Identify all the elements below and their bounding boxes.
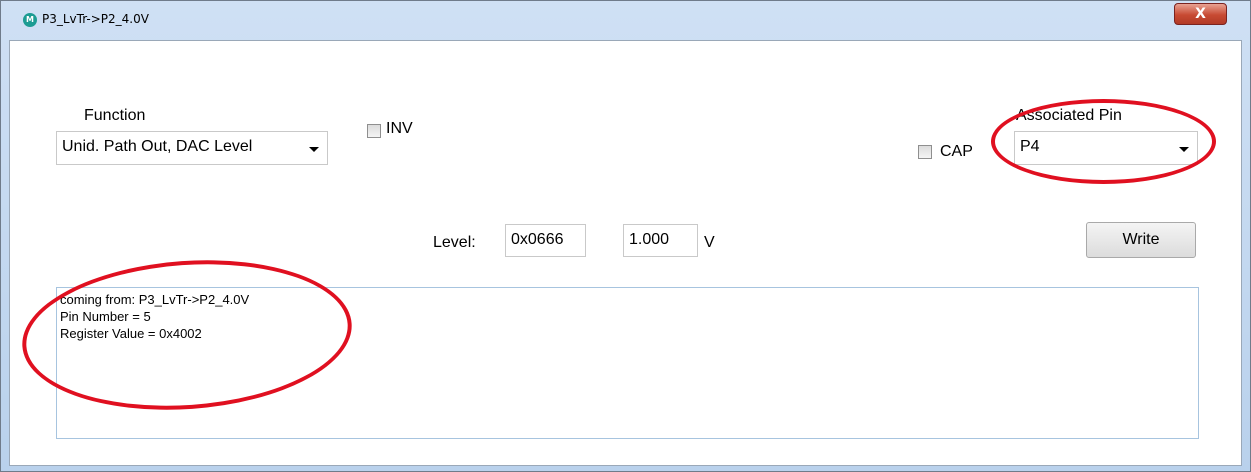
app-logo-icon: M — [23, 13, 37, 27]
close-icon: X — [1195, 6, 1206, 22]
client-area: Function Unid. Path Out, DAC Level INV C… — [9, 40, 1242, 466]
dialog-window: M P3_LvTr->P2_4.0V X Function Unid. Path… — [0, 0, 1251, 472]
inv-label: INV — [386, 120, 413, 137]
level-hex-value: 0x0666 — [511, 231, 564, 248]
associated-pin-dropdown[interactable]: P4 — [1014, 131, 1198, 165]
write-button[interactable]: Write — [1086, 222, 1196, 258]
close-button[interactable]: X — [1174, 3, 1227, 25]
level-unit-label: V — [704, 234, 715, 251]
function-label: Function — [84, 107, 146, 124]
title-bar[interactable]: M P3_LvTr->P2_4.0V X — [1, 1, 1250, 35]
window-title: P3_LvTr->P2_4.0V — [42, 12, 149, 26]
level-label: Level: — [433, 234, 476, 251]
log-line: coming from: P3_LvTr->P2_4.0V — [60, 292, 250, 307]
cap-checkbox[interactable] — [918, 145, 932, 159]
inv-checkbox[interactable] — [367, 124, 381, 138]
cap-label: CAP — [940, 143, 973, 160]
chevron-down-icon — [1179, 147, 1189, 152]
log-line: Register Value = 0x4002 — [60, 326, 202, 341]
function-selected-value: Unid. Path Out, DAC Level — [62, 138, 253, 155]
associated-pin-label: Associated Pin — [1016, 107, 1122, 124]
chevron-down-icon — [309, 147, 319, 152]
level-hex-input[interactable]: 0x0666 — [505, 224, 586, 257]
associated-pin-selected-value: P4 — [1020, 138, 1040, 155]
output-log-textarea[interactable]: coming from: P3_LvTr->P2_4.0V Pin Number… — [56, 287, 1199, 439]
level-volt-value: 1.000 — [629, 231, 670, 248]
level-volt-input[interactable]: 1.000 — [623, 224, 698, 257]
log-line: Pin Number = 5 — [60, 309, 151, 324]
function-dropdown[interactable]: Unid. Path Out, DAC Level — [56, 131, 328, 165]
